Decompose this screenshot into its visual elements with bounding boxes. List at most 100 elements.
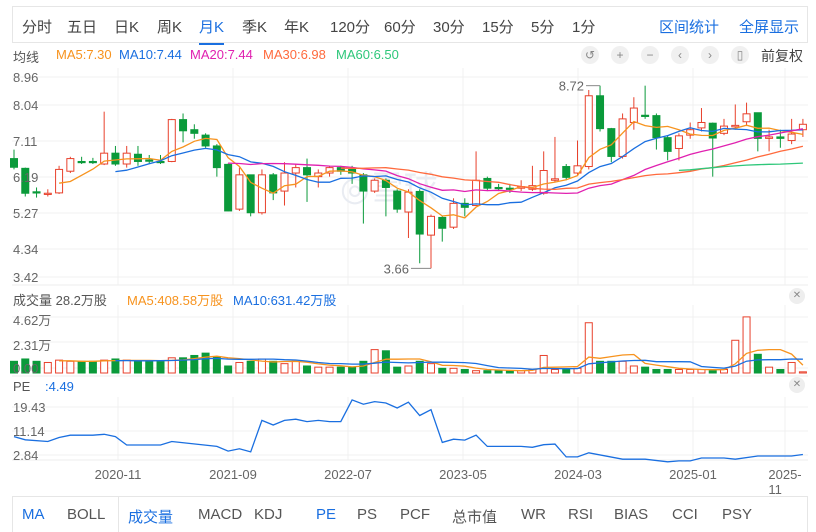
volume-bar	[336, 366, 345, 374]
time-axis-label: 2024-03	[554, 467, 602, 482]
pe-axis-label: 19.43	[13, 400, 46, 415]
volume-bar	[765, 366, 774, 374]
high-price-label: 8.72	[559, 79, 584, 94]
candle-up	[291, 167, 300, 174]
candle-up	[472, 179, 481, 207]
candle-down	[246, 174, 255, 214]
candle-down	[359, 174, 368, 192]
volume-bar	[291, 360, 300, 374]
candle-up	[674, 135, 683, 149]
indicator-tab-5[interactable]: PE	[316, 506, 336, 523]
candle-down	[133, 153, 142, 162]
volume-bar	[629, 365, 638, 374]
indicator-tab-6[interactable]: PS	[357, 506, 377, 523]
kline-chart[interactable]: ◎雪球8.723.66	[0, 0, 816, 532]
candle-up	[742, 113, 751, 123]
time-axis-label: 2023-05	[439, 467, 487, 482]
time-axis-label: 2025-11	[768, 467, 802, 497]
volume-bar	[460, 368, 469, 374]
price-axis-label: 3.42	[13, 270, 39, 285]
volume-bar	[742, 316, 751, 374]
candle-up	[280, 172, 289, 192]
indicator-tab-3[interactable]: MACD	[198, 506, 242, 523]
close-volume-icon[interactable]: ✕	[789, 288, 805, 304]
candle-up	[618, 118, 627, 157]
time-axis-label: 2020-11	[94, 467, 142, 482]
volume-bar	[201, 352, 210, 374]
pe-axis-label: 11.14	[13, 424, 45, 439]
volume-bar	[483, 370, 492, 374]
ma60-line	[678, 162, 803, 172]
time-axis-label: 2025-01	[669, 467, 717, 482]
volume-bar	[663, 368, 672, 374]
candle-down	[10, 158, 18, 168]
volume-bar	[404, 365, 413, 374]
indicator-tab-13[interactable]: PSY	[722, 506, 752, 523]
candle-up	[787, 133, 796, 142]
indicator-tab-10[interactable]: RSI	[568, 506, 593, 523]
volume-bar	[314, 366, 323, 374]
time-axis-label: 2022-07	[324, 467, 372, 482]
volume-bar	[787, 361, 796, 374]
volume-bar	[269, 360, 278, 374]
volume-bar	[731, 339, 740, 374]
volume-bar	[776, 368, 785, 374]
candle-down	[179, 119, 188, 132]
volume-bar	[133, 360, 142, 374]
candle-up	[370, 179, 379, 192]
candle-up	[43, 192, 52, 195]
volume-bar	[641, 366, 650, 374]
candle-down	[415, 190, 424, 235]
candle-down	[438, 216, 447, 229]
candle-down	[269, 174, 278, 194]
indicator-tab-12[interactable]: CCI	[672, 506, 698, 523]
volume-bar	[359, 360, 368, 374]
candle-down	[776, 136, 785, 139]
candle-up	[539, 170, 548, 194]
candle-up	[731, 124, 740, 128]
pe-title: PE	[13, 379, 31, 394]
volume-bar	[325, 366, 334, 374]
pe-value: :4.49	[45, 379, 74, 394]
indicator-tab-0[interactable]: MA	[22, 506, 45, 523]
candle-up	[66, 158, 75, 172]
candle-up	[55, 168, 64, 194]
candle-down	[111, 152, 120, 165]
volume-bar	[539, 354, 548, 374]
volume-bar	[145, 360, 154, 374]
volume-bar	[393, 366, 402, 374]
low-price-label: 3.66	[384, 261, 409, 276]
candle-up	[257, 174, 266, 214]
volume-axis-label: 0.00	[13, 361, 39, 376]
indicator-tab-2[interactable]: 成交量	[128, 506, 173, 527]
volume-bar	[494, 370, 503, 374]
indicator-tab-9[interactable]: WR	[521, 506, 546, 523]
indicator-tab-11[interactable]: BIAS	[614, 506, 648, 523]
price-axis-label: 5.27	[13, 206, 39, 221]
indicator-tab-8[interactable]: 总市值	[452, 506, 497, 527]
candle-up	[697, 121, 706, 129]
volume-bar	[246, 360, 255, 374]
candle-up	[765, 136, 774, 139]
volume-bar	[472, 370, 481, 374]
price-axis-label: 6.19	[13, 170, 39, 185]
price-axis-label: 8.04	[13, 98, 39, 113]
volume-bar	[77, 360, 86, 374]
volume-bar	[88, 360, 97, 374]
candle-down	[562, 166, 571, 178]
close-pe-icon[interactable]: ✕	[789, 377, 805, 393]
candle-down	[32, 191, 41, 194]
indicator-tab-1[interactable]: BOLL	[67, 506, 105, 523]
candle-down	[190, 129, 199, 134]
volume-bar	[618, 360, 627, 374]
volume-bar	[43, 361, 52, 374]
candle-down	[201, 134, 210, 147]
volume-bar	[753, 353, 762, 374]
volume-bar	[100, 359, 109, 374]
candle-up	[404, 191, 413, 213]
indicator-tab-4[interactable]: KDJ	[254, 506, 282, 523]
candle-down	[88, 160, 97, 164]
candle-up	[550, 178, 559, 181]
candle-up	[629, 107, 638, 123]
indicator-tab-7[interactable]: PCF	[400, 506, 430, 523]
